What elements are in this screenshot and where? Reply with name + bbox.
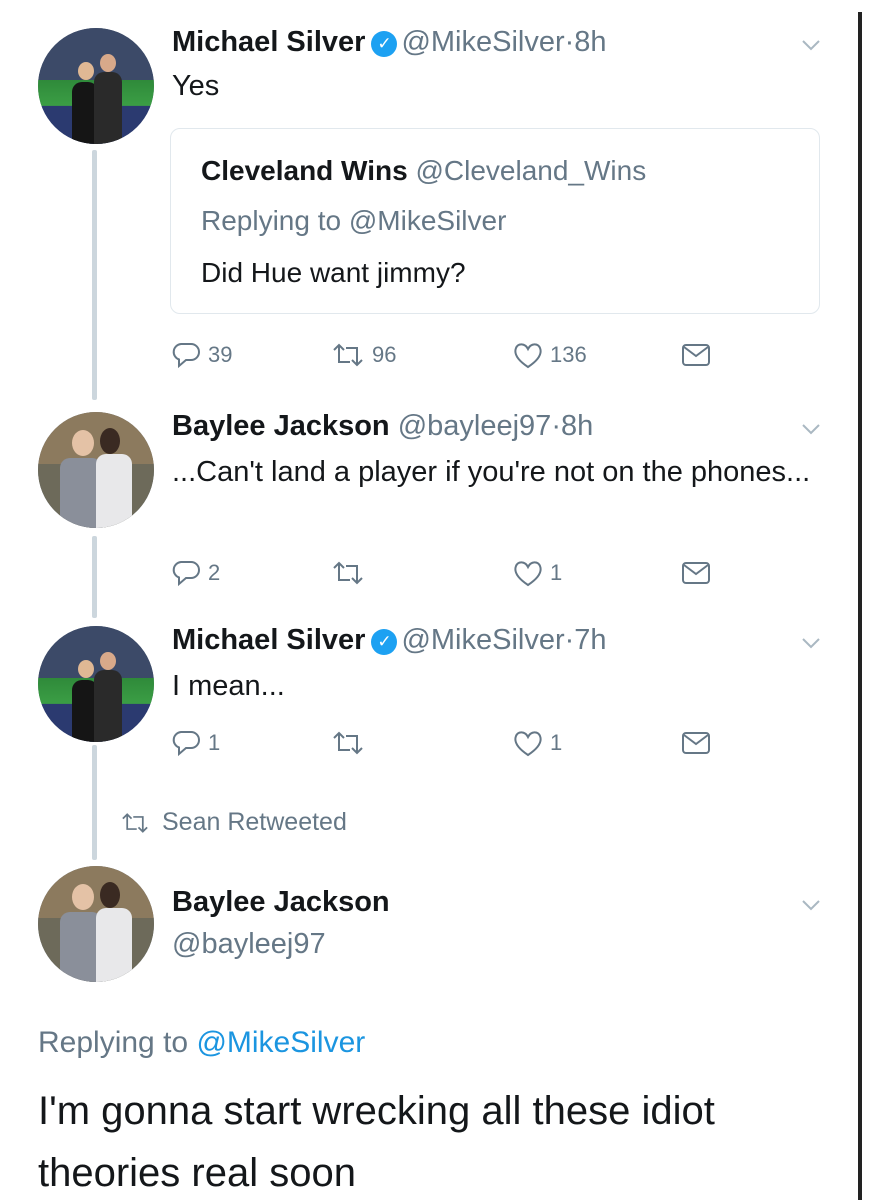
user-handle[interactable]: @bayleej97: [172, 928, 326, 961]
dm-button[interactable]: [680, 728, 712, 758]
tweet-header: Michael Silver ✓ @MikeSilver·7h: [172, 624, 607, 657]
tweet-text: ...Can't land a player if you're not on …: [172, 456, 811, 488]
tweet-time[interactable]: 8h: [574, 26, 606, 58]
like-button[interactable]: 136: [512, 340, 587, 370]
dm-icon: [682, 732, 710, 754]
separator-dot: ·: [564, 624, 575, 656]
reply-button[interactable]: 1: [172, 728, 220, 758]
avatar[interactable]: [38, 28, 154, 144]
reply-button[interactable]: 2: [172, 558, 220, 588]
thread-line: [92, 745, 97, 860]
like-count: 136: [550, 342, 587, 367]
retweet-button[interactable]: [330, 728, 372, 758]
like-icon: [514, 343, 542, 369]
quoted-user-handle: @Cleveland_Wins: [415, 155, 647, 186]
retweet-icon: [333, 731, 363, 755]
quoted-display-name: Cleveland Wins: [201, 155, 408, 186]
dm-icon: [682, 344, 710, 366]
tweet-time[interactable]: 7h: [574, 624, 606, 656]
reply-count: 2: [208, 560, 221, 585]
reply-icon: [172, 561, 200, 587]
tweet-text: Yes: [172, 70, 220, 102]
replying-to-mention[interactable]: @MikeSilver: [196, 1026, 365, 1059]
retweet-icon: [333, 343, 363, 367]
user-handle[interactable]: @MikeSilver: [401, 624, 564, 656]
quoted-replying-to: Replying to @MikeSilver: [201, 205, 507, 236]
tweet-actions: 1 1: [172, 728, 732, 768]
dm-icon: [682, 562, 710, 584]
retweet-notice-text: Sean Retweeted: [162, 808, 347, 836]
quoted-tweet-text: Did Hue want jimmy?: [201, 257, 466, 288]
retweet-button[interactable]: 96: [330, 340, 396, 370]
reply-button[interactable]: 39: [172, 340, 232, 370]
retweet-icon: [333, 561, 363, 585]
chevron-down-icon[interactable]: [800, 34, 822, 56]
tweet-header: Baylee Jackson @bayleej97·8h: [172, 410, 593, 443]
reply-icon: [172, 343, 200, 369]
dm-button[interactable]: [680, 558, 712, 588]
display-name[interactable]: Michael Silver: [172, 624, 365, 656]
quoted-tweet[interactable]: Cleveland Wins @Cleveland_Wins Replying …: [170, 128, 820, 314]
chevron-down-icon[interactable]: [800, 632, 822, 654]
tweet-time[interactable]: 8h: [561, 410, 593, 442]
verified-badge-icon: ✓: [371, 629, 398, 655]
user-handle[interactable]: @MikeSilver: [401, 26, 564, 58]
retweet-icon: [122, 812, 148, 833]
separator-dot: ·: [551, 410, 561, 442]
reply-count: 39: [208, 342, 233, 367]
avatar[interactable]: [38, 412, 154, 528]
user-handle[interactable]: @bayleej97: [398, 410, 552, 442]
separator-dot: ·: [564, 26, 575, 58]
main-tweet-name: Baylee Jackson: [172, 886, 390, 919]
tweet-header: Michael Silver ✓ @MikeSilver·8h: [172, 26, 607, 59]
tweet-actions: 2 1: [172, 558, 732, 598]
like-icon: [514, 731, 542, 757]
retweet-count: 96: [372, 342, 397, 367]
dm-button[interactable]: [680, 340, 712, 370]
thread-line: [92, 150, 97, 400]
thread-line: [92, 536, 97, 618]
chevron-down-icon[interactable]: [800, 894, 822, 916]
display-name[interactable]: Baylee Jackson: [172, 410, 390, 442]
like-count: 1: [550, 560, 563, 585]
avatar[interactable]: [38, 626, 154, 742]
reply-icon: [172, 731, 200, 757]
like-count: 1: [550, 730, 563, 755]
retweet-button[interactable]: [330, 558, 372, 588]
verified-badge-icon: ✓: [371, 31, 398, 57]
like-button[interactable]: 1: [512, 558, 562, 588]
page-edge-divider: [858, 12, 862, 1200]
tweet-text: I mean...: [172, 670, 285, 702]
display-name[interactable]: Michael Silver: [172, 26, 365, 58]
chevron-down-icon[interactable]: [800, 418, 822, 440]
retweet-notice[interactable]: Sean Retweeted: [118, 808, 347, 837]
avatar[interactable]: [38, 866, 154, 982]
tweet-actions: 39 96 136: [172, 340, 732, 380]
reply-count: 1: [208, 730, 221, 755]
like-icon: [514, 561, 542, 587]
replying-to-label: Replying to: [38, 1026, 189, 1059]
like-button[interactable]: 1: [512, 728, 562, 758]
main-tweet-text: I'm gonna start wrecking all these idiot…: [38, 1089, 715, 1195]
replying-to: Replying to @MikeSilver: [38, 1026, 365, 1060]
display-name[interactable]: Baylee Jackson: [172, 886, 390, 918]
